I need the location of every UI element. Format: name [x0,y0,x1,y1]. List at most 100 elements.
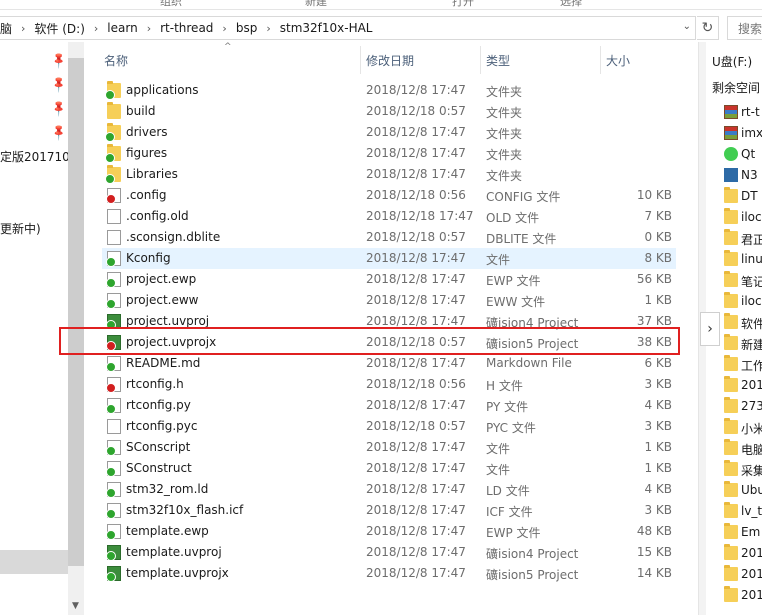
chevron-right-icon[interactable]: › [16,22,30,35]
file-row[interactable]: template.ewp 2018/12/8 17:47 EWP 文件 48 KB [102,521,676,542]
right-pane-item[interactable]: linu [724,249,762,270]
file-type: 礦ision4 Project [486,316,579,330]
file-row[interactable]: figures 2018/12/8 17:47 文件夹 [102,143,676,164]
right-pane-item[interactable]: iloc [724,207,762,228]
file-type: 文件 [486,442,511,456]
pin-icon[interactable]: 📌 [49,51,68,70]
right-pane-item[interactable]: 工作 [724,354,762,375]
right-pane-item[interactable]: Em [724,522,762,543]
chevron-right-icon[interactable]: › [261,22,275,35]
column-size[interactable]: 大小 [606,52,630,69]
file-row[interactable]: rtconfig.py 2018/12/8 17:47 PY 文件 4 KB [102,395,676,416]
file-row[interactable]: stm32f10x_flash.icf 2018/12/8 17:47 ICF 文件… [102,500,676,521]
right-pane-item[interactable]: rt-t [724,102,762,123]
pin-icon[interactable]: 📌 [49,75,68,94]
file-date: 2018/12/18 0:56 [366,377,466,391]
drive-title[interactable]: U盘(F:) [712,53,752,70]
file-row[interactable]: applications 2018/12/8 17:47 文件夹 [102,80,676,101]
right-pane-item[interactable]: imx [724,123,762,144]
right-pane-item[interactable]: 新建 [724,333,762,354]
svn-ok-badge-icon [106,320,116,330]
breadcrumb-learn[interactable]: learn [103,21,141,35]
scroll-down-icon[interactable]: ▼ [72,601,79,611]
file-row[interactable]: template.uvprojx 2018/12/8 17:47 礦ision5 P… [102,563,676,584]
file-row[interactable]: .sconsign.dblite 2018/12/18 0:57 DBLITE 文件… [102,227,676,248]
column-type[interactable]: 类型 [486,52,510,69]
right-pane-item[interactable]: 笔记 [724,270,762,291]
pin-icon[interactable]: 📌 [49,99,68,118]
file-row[interactable]: README.md 2018/12/8 17:47 Markdown File 6 K… [102,353,676,374]
right-pane-item[interactable]: 201 [724,543,762,564]
file-row[interactable]: project.uvprojx 2018/12/18 0:57 礦ision5 Pr… [102,332,676,353]
file-row[interactable]: .config.old 2018/12/18 17:47 OLD 文件 7 KB [102,206,676,227]
right-pane-item[interactable]: 采集 [724,459,762,480]
right-pane-item[interactable]: 电脑 [724,438,762,459]
file-row[interactable]: drivers 2018/12/8 17:47 文件夹 [102,122,676,143]
right-pane-item[interactable]: 君正 [724,228,762,249]
breadcrumb-bsp[interactable]: bsp [232,21,262,35]
chevron-right-icon[interactable]: › [217,22,231,35]
right-pane-item[interactable]: DT [724,186,762,207]
right-pane-item[interactable]: 软件 [724,312,762,333]
chevron-right-icon[interactable]: › [142,22,156,35]
file-type: 文件夹 [486,169,523,183]
breadcrumb-current[interactable]: stm32f10x-HAL [276,21,377,35]
file-name: stm32_rom.ld [126,482,209,496]
file-row[interactable]: rtconfig.h 2018/12/18 0:56 H 文件 3 KB [102,374,676,395]
right-pane-item[interactable]: N3 [724,165,762,186]
ribbon-organize-label[interactable]: 组织 [160,0,182,9]
right-pane-item[interactable]: 201 [724,585,762,606]
scrollbar-thumb[interactable] [68,58,84,566]
nav-item[interactable]: 更新中) [0,220,41,237]
file-name: README.md [126,356,201,370]
chevron-right-icon[interactable]: › [89,22,103,35]
file-date: 2018/12/8 17:47 [366,356,466,370]
right-pane-item[interactable]: Ubu [724,480,762,501]
file-row[interactable]: project.uvproj 2018/12/8 17:47 礦ision4 Pro… [102,311,676,332]
column-divider [480,46,481,74]
right-pane-item[interactable]: 273 [724,396,762,417]
ribbon-open-label[interactable]: 打开 [452,0,474,9]
file-row[interactable]: project.eww 2018/12/8 17:47 EWW 文件 1 KB [102,290,676,311]
folder-icon [107,102,121,119]
file-row[interactable]: build 2018/12/18 0:57 文件夹 [102,101,676,122]
nav-scrollbar[interactable]: ▼ [68,42,84,615]
file-date: 2018/12/8 17:47 [366,167,466,181]
file-icon [106,272,121,288]
right-pane-item[interactable]: Qt [724,144,762,165]
search-input[interactable]: 搜索 [727,16,762,40]
folder-icon [105,81,121,100]
file-row[interactable]: Kconfig 2018/12/8 17:47 文件 8 KB [102,248,676,269]
ribbon-new-label[interactable]: 新建 [305,0,327,9]
right-pane-item[interactable]: iloc [724,291,762,312]
file-row[interactable]: SConscript 2018/12/8 17:47 文件 1 KB [102,437,676,458]
address-bar[interactable]: 脑 › 软件 (D:) › learn › rt-thread › bsp › … [0,16,696,40]
file-row[interactable]: template.uvproj 2018/12/8 17:47 礦ision4 Pr… [102,542,676,563]
file-row[interactable]: SConstruct 2018/12/8 17:47 文件 1 KB [102,458,676,479]
file-name: project.uvproj [126,314,210,328]
file-row[interactable]: .config 2018/12/18 0:56 CONFIG 文件 10 KB [102,185,676,206]
right-pane-item[interactable]: 小米 [724,417,762,438]
file-row[interactable]: stm32_rom.ld 2018/12/8 17:47 LD 文件 4 KB [102,479,676,500]
right-pane-item[interactable]: 201 [724,564,762,585]
ribbon-select-label[interactable]: 选择 [560,0,582,9]
rar-icon [724,105,738,119]
breadcrumb-rt-thread[interactable]: rt-thread [156,21,217,35]
file-row[interactable]: project.ewp 2018/12/8 17:47 EWP 文件 56 KB [102,269,676,290]
file-row[interactable]: Libraries 2018/12/8 17:47 文件夹 [102,164,676,185]
folder-icon [724,439,738,455]
column-name[interactable]: 名称 [104,52,128,69]
nav-item[interactable]: 定版2017102 [0,148,77,165]
nav-selected-item[interactable] [0,550,68,574]
chevron-down-icon[interactable]: ⌄ [683,21,691,32]
right-pane-item[interactable]: lv_t [724,501,762,522]
refresh-icon[interactable]: ↻ [697,16,719,40]
file-type: EWP 文件 [486,274,541,288]
n3-icon [724,168,738,182]
breadcrumb-drive[interactable]: 软件 (D:) [30,20,88,37]
file-row[interactable]: rtconfig.pyc 2018/12/18 0:57 PYC 文件 3 KB [102,416,676,437]
right-pane-item[interactable]: 201 [724,375,762,396]
right-pane-item-label: 采集 [741,464,762,478]
pin-icon[interactable]: 📌 [49,123,68,142]
column-date[interactable]: 修改日期 [366,52,414,69]
